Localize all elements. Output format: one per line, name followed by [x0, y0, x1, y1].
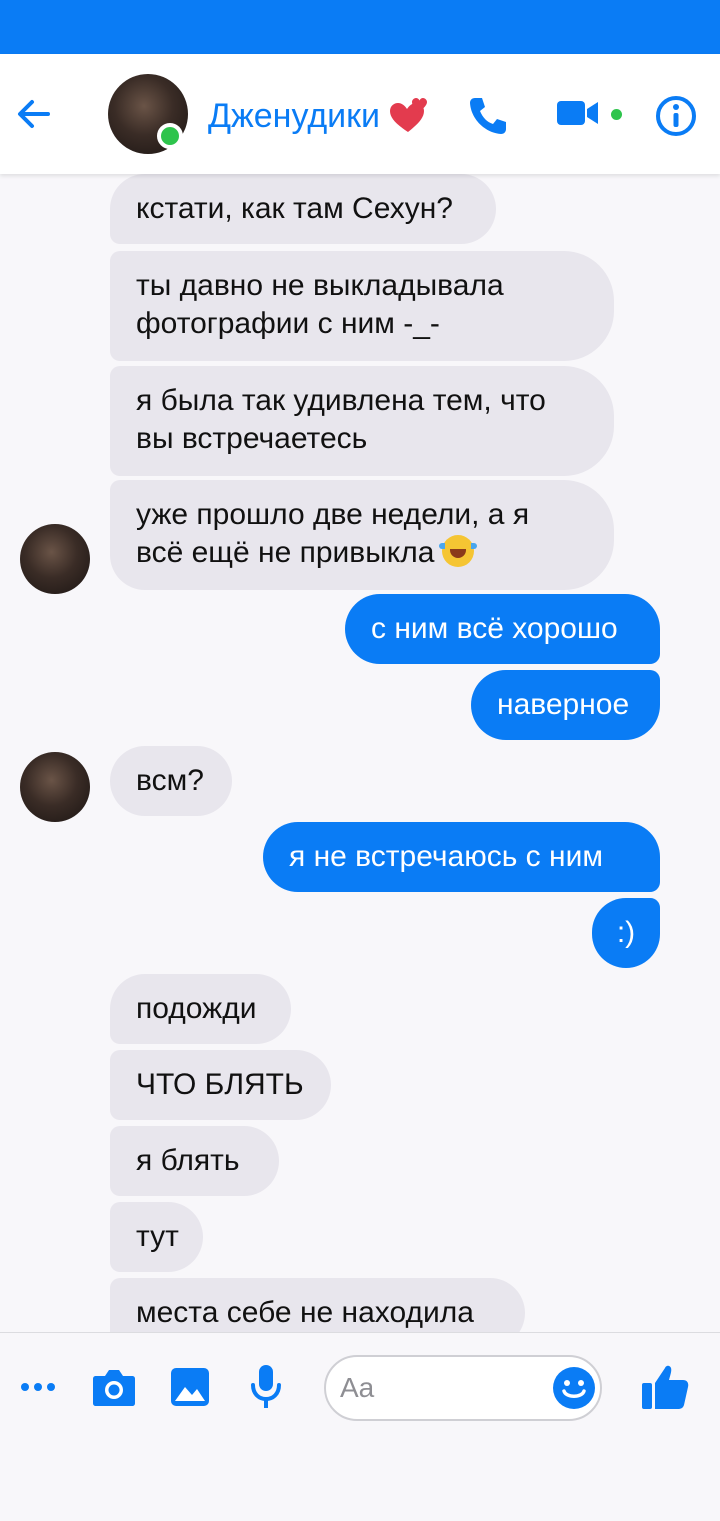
- contact-name-text: Дженудики: [208, 97, 381, 135]
- conversation-header: Дженудики: [0, 54, 720, 174]
- message-text: наверное: [497, 688, 630, 721]
- message-text-line: вы встречаетесь: [136, 422, 368, 455]
- microphone-icon[interactable]: [250, 1363, 282, 1411]
- info-icon[interactable]: [654, 94, 698, 138]
- message-bubble[interactable]: подожди: [110, 974, 291, 1044]
- contact-name[interactable]: Дженудики: [208, 94, 428, 138]
- message-input[interactable]: Aa: [324, 1355, 602, 1421]
- message-bubble[interactable]: уже прошло две недели, а я всё ещё не пр…: [110, 480, 614, 590]
- message-bubble[interactable]: всм?: [110, 746, 232, 816]
- emoji-icon[interactable]: [552, 1366, 596, 1410]
- message-bubble[interactable]: ты давно не выкладывала фотографии с ним…: [110, 251, 614, 361]
- sender-avatar[interactable]: [20, 752, 90, 822]
- message-text-line: уже прошло две недели, а я: [136, 498, 530, 531]
- message-bubble[interactable]: я блять: [110, 1126, 279, 1196]
- message-text: я не встречаюсь с ним: [289, 840, 603, 873]
- message-list[interactable]: кстати, как там Сехун? ты давно не выкла…: [0, 174, 720, 1332]
- phone-icon[interactable]: [466, 94, 510, 138]
- composer-bar: Aa: [0, 1332, 720, 1521]
- back-arrow-icon[interactable]: [14, 94, 54, 134]
- message-text: :): [616, 916, 636, 949]
- two-hearts-icon: [390, 98, 428, 133]
- video-active-dot: [611, 109, 622, 120]
- message-text: ЧТО БЛЯТЬ: [136, 1068, 304, 1101]
- message-bubble[interactable]: ЧТО БЛЯТЬ: [110, 1050, 331, 1120]
- status-bar: [0, 0, 720, 54]
- message-bubble[interactable]: :): [592, 898, 660, 968]
- video-camera-icon[interactable]: [556, 98, 600, 128]
- thumbs-up-icon[interactable]: [640, 1363, 690, 1411]
- more-icon[interactable]: [20, 1377, 56, 1397]
- message-text: всм?: [136, 764, 204, 797]
- sender-avatar[interactable]: [20, 524, 90, 594]
- gallery-icon[interactable]: [170, 1367, 210, 1407]
- message-text: тут: [136, 1220, 179, 1253]
- message-text: кстати, как там Сехун?: [136, 192, 453, 225]
- message-bubble[interactable]: с ним всё хорошо: [345, 594, 660, 664]
- message-bubble[interactable]: я не встречаюсь с ним: [263, 822, 660, 892]
- message-bubble[interactable]: места себе не находила: [110, 1278, 525, 1332]
- message-text: с ним всё хорошо: [371, 612, 618, 645]
- message-text-line: я была так удивлена тем, что: [136, 384, 546, 417]
- rolling-laughing-emoji-icon: [439, 535, 478, 567]
- message-input-placeholder: Aa: [340, 1372, 375, 1403]
- message-text: места себе не находила: [136, 1296, 474, 1329]
- message-text-line: ты давно не выкладывала: [136, 269, 504, 302]
- message-bubble[interactable]: я была так удивлена тем, что вы встречае…: [110, 366, 614, 476]
- message-text: подожди: [136, 992, 257, 1025]
- camera-icon[interactable]: [92, 1367, 136, 1407]
- message-text-line: всё ещё не привыкла: [136, 536, 435, 569]
- message-text: я блять: [136, 1144, 240, 1177]
- message-text-line: фотографии с ним -_-: [136, 307, 440, 340]
- message-bubble[interactable]: наверное: [471, 670, 660, 740]
- message-bubble[interactable]: кстати, как там Сехун?: [110, 174, 496, 244]
- online-status-dot: [157, 123, 183, 149]
- message-bubble[interactable]: тут: [110, 1202, 203, 1272]
